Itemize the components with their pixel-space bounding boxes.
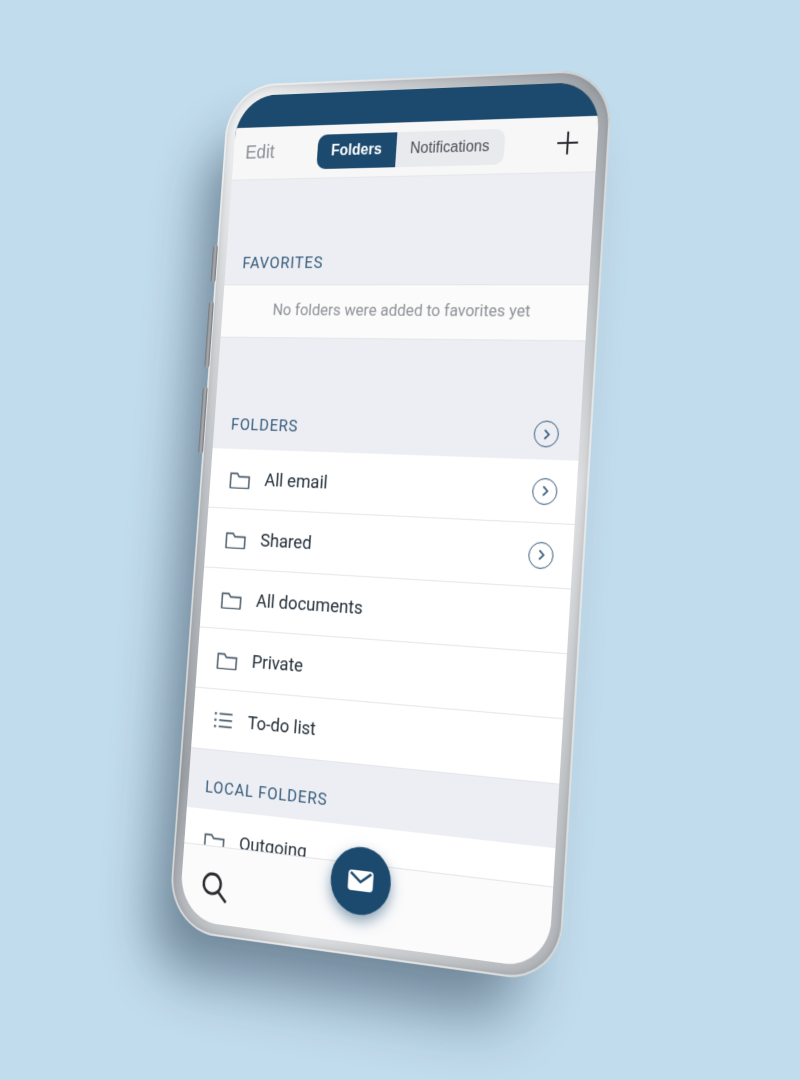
folder-row-label: Private bbox=[251, 650, 546, 697]
section-title: LOCAL FOLDERS bbox=[205, 777, 329, 810]
folder-icon bbox=[215, 648, 239, 671]
folder-row-label: All documents bbox=[255, 589, 550, 632]
edit-button[interactable]: Edit bbox=[245, 142, 275, 165]
chevron-right-icon[interactable] bbox=[533, 420, 560, 447]
folder-row-label: Shared bbox=[260, 529, 530, 566]
search-icon bbox=[199, 868, 230, 906]
tab-notifications[interactable]: Notifications bbox=[395, 128, 506, 166]
top-bar: Edit Folders Notifications ＋ bbox=[232, 116, 599, 181]
tab-folders[interactable]: Folders bbox=[316, 132, 397, 169]
phone-screen: Edit Folders Notifications ＋ FAVORITES N… bbox=[179, 81, 601, 969]
chevron-right-icon[interactable] bbox=[532, 477, 559, 505]
section-header-favorites: FAVORITES bbox=[224, 229, 592, 284]
plus-icon: ＋ bbox=[552, 129, 582, 160]
compose-button[interactable] bbox=[329, 844, 393, 919]
folder-icon bbox=[220, 587, 244, 610]
folder-row-label: All email bbox=[264, 468, 533, 502]
add-button[interactable]: ＋ bbox=[550, 127, 584, 162]
favorites-empty-state: No folders were added to favorites yet bbox=[221, 284, 589, 341]
mail-icon bbox=[346, 864, 375, 898]
folder-icon bbox=[224, 527, 248, 550]
list-icon bbox=[211, 708, 235, 732]
section-gap bbox=[228, 172, 596, 233]
folder-row-label: To-do list bbox=[247, 711, 543, 762]
search-button[interactable] bbox=[199, 868, 230, 906]
section-title: FAVORITES bbox=[242, 253, 324, 273]
section-title: FOLDERS bbox=[230, 415, 298, 436]
section-gap bbox=[217, 338, 586, 399]
phone-mockup: Edit Folders Notifications ＋ FAVORITES N… bbox=[168, 69, 613, 984]
folder-icon bbox=[228, 468, 252, 490]
chevron-right-icon[interactable] bbox=[528, 541, 555, 569]
